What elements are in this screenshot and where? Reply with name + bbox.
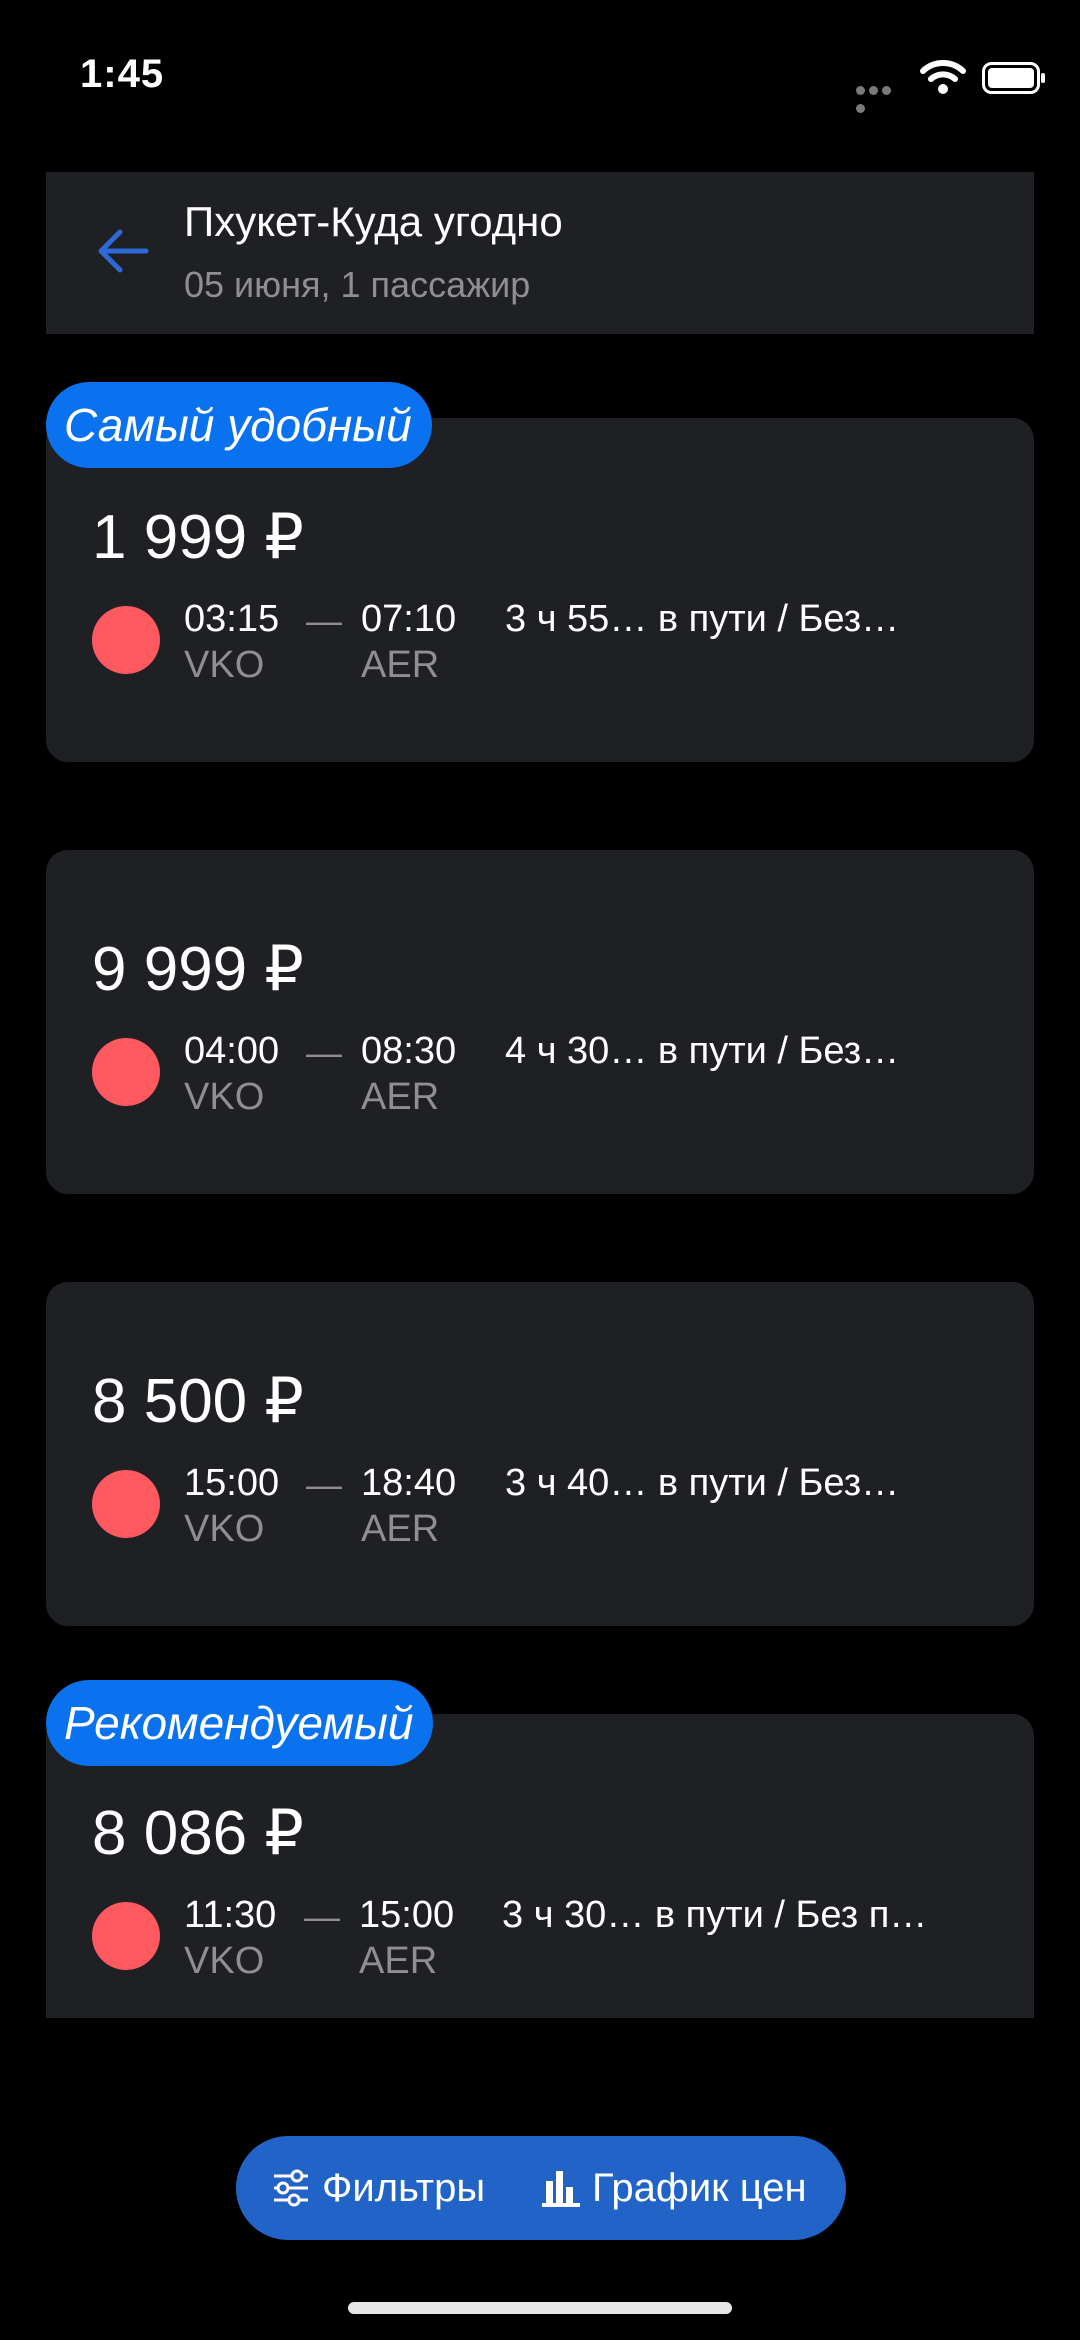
depart-airport: VKO xyxy=(184,1076,265,1118)
depart-time: 03:15 xyxy=(184,598,280,640)
flight-duration: 3 ч 30… в пути / Без п… xyxy=(502,1894,928,1936)
route-dash: — xyxy=(306,1032,342,1073)
depart-airport: VKO xyxy=(184,644,265,686)
arrive-time: 15:00 xyxy=(359,1894,455,1936)
ticket-badge: Рекомендуемый xyxy=(46,1680,434,1766)
ticket-price: 8 500 ₽ xyxy=(92,1367,304,1436)
depart-airport: VKO xyxy=(184,1508,265,1550)
bottom-action-bar: Фильтры График цен xyxy=(236,2136,846,2240)
route-title: Пхукет-Куда угодно xyxy=(184,198,563,245)
search-header: Пхукет-Куда угодно 05 июня, 1 пассажир xyxy=(46,172,1034,334)
airline-logo xyxy=(92,1902,160,1970)
route-subtitle: 05 июня, 1 пассажир xyxy=(184,264,531,305)
arrive-airport: AER xyxy=(361,1508,440,1550)
depart-time: 04:00 xyxy=(184,1030,280,1072)
depart-airport: VKO xyxy=(184,1940,265,1982)
ticket-price: 1 999 ₽ xyxy=(92,503,304,572)
arrive-airport: AER xyxy=(361,1076,440,1118)
sliders-icon xyxy=(274,2169,308,2207)
arrow-left-icon[interactable] xyxy=(94,226,152,276)
arrive-time: 07:10 xyxy=(361,598,457,640)
flight-duration: 3 ч 55… в пути / Без… xyxy=(505,598,900,640)
airline-logo xyxy=(92,1038,160,1106)
airline-logo xyxy=(92,606,160,674)
filters-button[interactable]: Фильтры xyxy=(270,2136,485,2240)
filters-label: Фильтры xyxy=(322,2165,486,2210)
flight-duration: 3 ч 40… в пути / Без… xyxy=(505,1462,900,1504)
ticket-card[interactable]: 1 999 ₽ 03:15 — 07:10 3 ч 55… в пути / Б… xyxy=(46,418,1034,762)
airline-logo xyxy=(92,1470,160,1538)
flight-duration: 4 ч 30… в пути / Без… xyxy=(505,1030,900,1072)
arrive-airport: AER xyxy=(359,1940,438,1982)
depart-time: 11:30 xyxy=(184,1894,277,1936)
ticket-price: 9 999 ₽ xyxy=(92,935,304,1004)
ticket-price: 8 086 ₽ xyxy=(92,1799,304,1868)
status-time: 1:45 xyxy=(80,52,165,96)
arrive-airport: AER xyxy=(361,644,440,686)
status-bar: 1:45 xyxy=(0,0,1080,140)
home-indicator[interactable] xyxy=(348,2302,732,2314)
ticket-card[interactable]: 8 500 ₽ 15:00 — 18:40 3 ч 40… в пути / Б… xyxy=(46,1282,1034,1626)
route-dash: — xyxy=(306,1464,342,1505)
arrive-time: 18:40 xyxy=(361,1462,457,1504)
arrive-time: 08:30 xyxy=(361,1030,457,1072)
ticket-card[interactable]: 9 999 ₽ 04:00 — 08:30 4 ч 30… в пути / Б… xyxy=(46,850,1034,1194)
battery-icon xyxy=(982,62,1045,94)
depart-time: 15:00 xyxy=(184,1462,280,1504)
route-dash: — xyxy=(304,1896,340,1937)
price-chart-button[interactable]: График цен xyxy=(540,2136,807,2240)
ticket-badge: Самый удобный xyxy=(46,382,432,468)
wifi-icon xyxy=(920,60,966,94)
route-dash: — xyxy=(306,600,342,641)
price-chart-label: График цен xyxy=(592,2165,807,2210)
bar-chart-icon xyxy=(542,2171,580,2207)
signal-dots-icon xyxy=(856,82,906,113)
